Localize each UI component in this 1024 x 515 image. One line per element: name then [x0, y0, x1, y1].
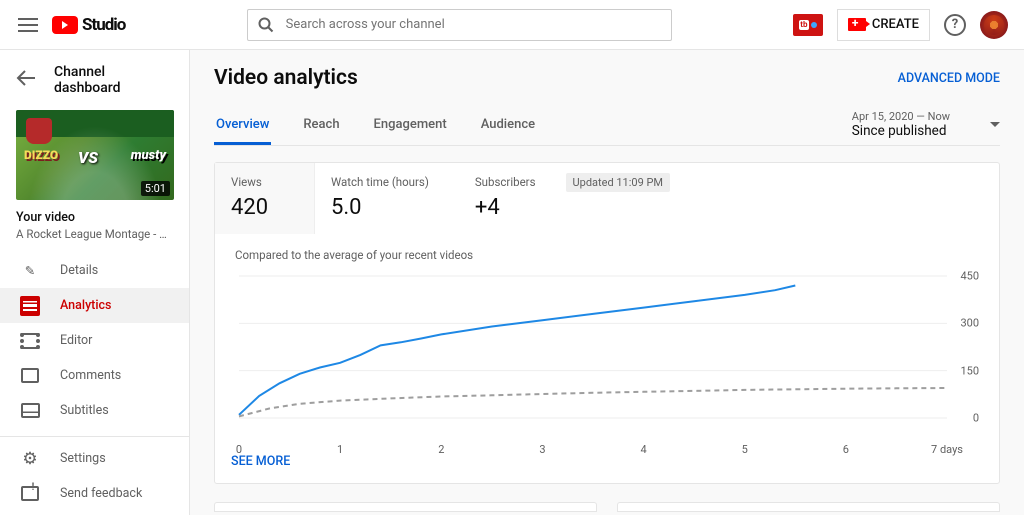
- chart-x-tick: 3: [539, 443, 545, 456]
- date-range-label: Since published: [852, 123, 950, 139]
- tubebuddy-extension-icon[interactable]: tb: [793, 14, 823, 36]
- metric-views[interactable]: Views 420: [215, 163, 315, 234]
- card-placeholder: [617, 502, 1000, 512]
- tab-audience[interactable]: Audience: [479, 117, 537, 145]
- video-thumbnail[interactable]: DIZZO VS musty 5:01: [16, 110, 174, 200]
- chart-x-tick: 5: [742, 443, 748, 456]
- sidebar-item-details[interactable]: Details: [0, 253, 189, 288]
- compared-label: Compared to the average of your recent v…: [235, 248, 979, 262]
- chart-x-tick: 0: [236, 443, 242, 456]
- sidebar-item-label: Analytics: [60, 298, 112, 313]
- metric-value: 5.0: [331, 195, 429, 220]
- sidebar-nav: Details Analytics Editor Comments Subtit…: [0, 253, 189, 428]
- date-range-subtitle: Apr 15, 2020 — Now: [852, 110, 950, 123]
- help-icon[interactable]: ?: [944, 14, 966, 36]
- chart-y-tick: 150: [960, 364, 979, 377]
- chart-y-tick: 0: [973, 412, 979, 425]
- search-box[interactable]: [247, 9, 672, 41]
- search-container: [133, 9, 784, 41]
- header-right: tb CREATE ?: [793, 9, 1008, 41]
- advanced-mode-link[interactable]: ADVANCED MODE: [898, 71, 1000, 86]
- sidebar-item-label: Send feedback: [60, 486, 142, 501]
- thumb-name-right: musty: [131, 148, 166, 163]
- comment-icon: [20, 366, 40, 386]
- create-button-label: CREATE: [872, 17, 919, 32]
- sidebar-item-editor[interactable]: Editor: [0, 323, 189, 358]
- metric-watch-time[interactable]: Watch time (hours) 5.0: [315, 163, 459, 234]
- chart-y-tick: 300: [960, 317, 979, 330]
- sidebar-item-label: Details: [60, 263, 98, 278]
- tabs-row: Overview Reach Engagement Audience Apr 1…: [214, 110, 1000, 146]
- search-icon: [258, 17, 274, 33]
- sidebar-item-settings[interactable]: Settings: [0, 441, 189, 476]
- sidebar-item-subtitles[interactable]: Subtitles: [0, 393, 189, 428]
- see-more-link[interactable]: SEE MORE: [215, 440, 290, 469]
- metric-value: +4: [475, 195, 536, 220]
- chart-x-tick: 7 days: [931, 443, 963, 456]
- chart-y-tick: 450: [960, 270, 979, 283]
- sidebar-item-label: Comments: [60, 368, 121, 383]
- sidebar-item-feedback[interactable]: Send feedback: [0, 476, 189, 511]
- overview-card: Views 420 Watch time (hours) 5.0 Subscri…: [214, 162, 1000, 484]
- sidebar-item-label: Editor: [60, 333, 92, 348]
- card-placeholder: [214, 502, 597, 512]
- metric-label: Watch time (hours): [331, 175, 429, 189]
- tab-overview[interactable]: Overview: [214, 117, 271, 145]
- back-arrow-icon[interactable]: [16, 70, 36, 90]
- sidebar: Channel dashboard DIZZO VS musty 5:01 Yo…: [0, 50, 190, 515]
- create-video-icon: [848, 18, 866, 31]
- metric-value: 420: [231, 195, 284, 220]
- video-label: Your video: [0, 210, 189, 225]
- sidebar-item-label: Settings: [60, 451, 106, 466]
- gear-icon: [20, 449, 40, 469]
- thumb-duration: 5:01: [141, 181, 170, 196]
- subtitles-icon: [20, 401, 40, 421]
- app-header: Studio tb CREATE ?: [0, 0, 1024, 50]
- metric-label: Views: [231, 175, 284, 189]
- studio-logo[interactable]: Studio: [52, 15, 125, 35]
- sidebar-item-comments[interactable]: Comments: [0, 358, 189, 393]
- sidebar-item-label: Subtitles: [60, 403, 109, 418]
- sidebar-item-analytics[interactable]: Analytics: [0, 288, 189, 323]
- thumb-vs: VS: [78, 148, 98, 167]
- video-subtitle: A Rocket League Montage - DIZZO V...: [0, 225, 189, 253]
- logo-text: Studio: [82, 15, 125, 35]
- feedback-icon: [20, 484, 40, 504]
- chart-x-tick: 4: [640, 443, 646, 456]
- create-button[interactable]: CREATE: [837, 9, 930, 41]
- metric-subscribers[interactable]: Subscribers +4: [459, 163, 566, 234]
- tab-engagement[interactable]: Engagement: [372, 117, 449, 145]
- chevron-down-icon: [990, 122, 1000, 127]
- thumb-name-left: DIZZO: [24, 148, 58, 162]
- chart-x-tick: 6: [843, 443, 849, 456]
- main-content: Video analytics ADVANCED MODE Overview R…: [190, 50, 1024, 515]
- secondary-cards: [214, 502, 1000, 512]
- tab-reach[interactable]: Reach: [301, 117, 341, 145]
- analytics-icon: [20, 296, 40, 316]
- search-input[interactable]: [286, 17, 661, 32]
- updated-badge: Updated 11:09 PM: [566, 173, 671, 192]
- account-avatar[interactable]: [980, 11, 1008, 39]
- editor-icon: [20, 331, 40, 351]
- chart-x-tick: 2: [438, 443, 444, 456]
- sidebar-title: Channel dashboard: [54, 64, 173, 96]
- page-title: Video analytics: [214, 66, 358, 90]
- date-range-picker[interactable]: Apr 15, 2020 — Now Since published: [852, 110, 1000, 145]
- pencil-icon: [20, 261, 40, 281]
- youtube-play-icon: [52, 16, 78, 34]
- metric-label: Subscribers: [475, 175, 536, 189]
- chart-x-tick: 1: [337, 443, 343, 456]
- views-chart: 015030045001234567 days: [235, 270, 979, 440]
- hamburger-menu-icon[interactable]: [16, 13, 40, 37]
